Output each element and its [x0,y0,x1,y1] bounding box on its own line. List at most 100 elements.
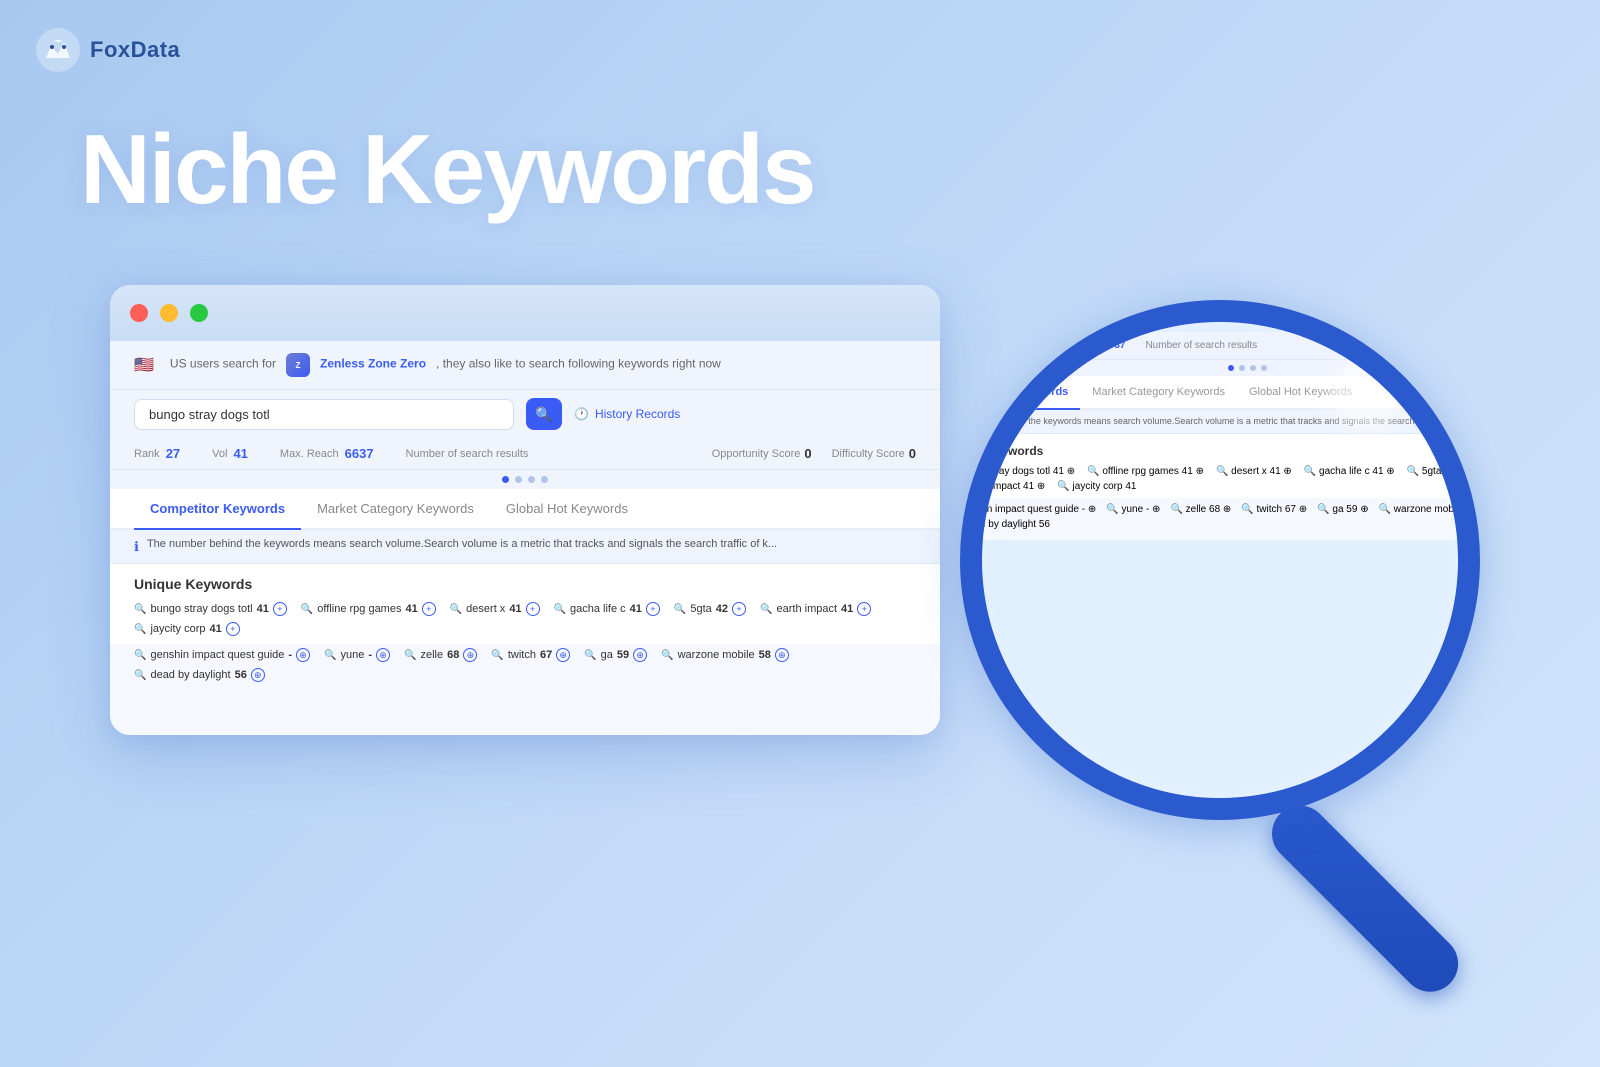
keyword-add-btn[interactable]: + [526,602,540,616]
lens-unique: Unique Keywords 🔍 bungo stray dogs totl … [982,434,1458,498]
results-label: Number of search results [406,448,529,460]
vol-label: Vol [212,448,227,460]
search-description-row: 🇺🇸 US users search for Z Zenless Zone Ze… [110,341,940,390]
browser-window: 🇺🇸 US users search for Z Zenless Zone Ze… [110,285,940,735]
keyword-add-btn[interactable]: + [422,602,436,616]
dot-2[interactable] [515,476,522,483]
search-mini-icon: 🔍 [404,650,416,661]
keyword-item: 🔍 yune - ⊕ [324,648,390,662]
flag-us: 🇺🇸 [134,355,154,375]
logo-text: FoxData [90,37,180,63]
search-button[interactable]: 🔍 [526,398,562,430]
keyword-num: - [368,649,372,661]
keyword-item: 🔍 bungo stray dogs totl 41 + [134,602,287,616]
info-notice: ℹ The number behind the keywords means s… [110,530,940,564]
keyword-add-btn[interactable]: ⊕ [251,668,265,682]
difficulty-label: Difficulty Score [832,448,905,460]
keyword-name: gacha life c [570,603,626,615]
history-button[interactable]: 🕐 History Records [574,407,680,421]
keyword-name: jaycity corp [150,623,205,635]
lens-section-title: Unique Keywords [982,444,1458,458]
app-name: Zenless Zone Zero [320,357,426,371]
search-mini-icon: 🔍 [661,650,673,661]
lens-dot1 [1228,365,1234,371]
search-mini-icon: 🔍 [491,650,503,661]
keyword-num: 41 [209,623,221,635]
keyword-add-btn[interactable]: + [857,602,871,616]
traffic-light-green[interactable] [190,304,208,322]
keyword-item: 🔍 twitch 67 ⊕ [491,648,570,662]
magnifier-shine [1328,352,1408,432]
browser-content: 🇺🇸 US users search for Z Zenless Zone Ze… [110,341,940,735]
keyword-add-btn[interactable]: ⊕ [296,648,310,662]
keyword-num: 56 [235,669,247,681]
search-mini-icon: 🔍 [584,650,596,661]
opportunity-value: 0 [804,446,811,461]
keywords-grid-row2: 🔍 genshin impact quest guide - ⊕ 🔍 yune -… [110,644,940,690]
keyword-add-btn[interactable]: + [732,602,746,616]
keyword-add-btn[interactable]: ⊕ [463,648,477,662]
search-input[interactable]: bungo stray dogs totl [134,399,514,430]
history-label: History Records [595,407,680,421]
foxdata-logo-icon [36,28,80,72]
keyword-item: 🔍 desert x 41 + [450,602,540,616]
keyword-num: 41 [257,603,269,615]
search-mini-icon: 🔍 [301,604,313,615]
keywords-grid-row1: 🔍 bungo stray dogs totl 41 +🔍 offline rp… [134,602,916,636]
keyword-add-btn[interactable]: ⊕ [775,648,789,662]
keyword-add-btn[interactable]: + [646,602,660,616]
keyword-num: 41 [405,603,417,615]
keyword-add-btn[interactable]: + [273,602,287,616]
keyword-num: 41 [841,603,853,615]
search-mini-icon: 🔍 [134,670,146,681]
unique-keywords-title: Unique Keywords [134,576,916,592]
keyword-name: ga [601,649,613,661]
lens-dot3 [1250,365,1256,371]
search-mini-icon: 🔍 [134,604,146,615]
rank-label: Rank [134,448,160,460]
keyword-add-btn[interactable]: ⊕ [556,648,570,662]
lens-dot2 [1239,365,1245,371]
traffic-light-yellow[interactable] [160,304,178,322]
max-reach-value: 6637 [345,446,374,461]
difficulty-stat: Difficulty Score 0 [832,446,916,461]
dot-4[interactable] [541,476,548,483]
keyword-name: bungo stray dogs totl [150,603,252,615]
rank-value: 27 [166,446,180,461]
search-mini-icon: 🔍 [450,604,462,615]
keyword-add-btn[interactable]: ⊕ [376,648,390,662]
tabs-row: Competitor Keywords Market Category Keyw… [110,489,940,530]
keyword-name: twitch [508,649,536,661]
keyword-name: yune [341,649,365,661]
keyword-num: 67 [540,649,552,661]
keyword-num: 41 [630,603,642,615]
keyword-item: 🔍 dead by daylight 56 ⊕ [134,668,265,682]
lens-vol: Vol 41 [999,340,1027,351]
magnifier: Rank 27 Vol 41 Max. Reach 6637 Number of… [960,300,1540,880]
lens-maxreach: Max. Reach 6637 [1047,340,1125,351]
pagination-dots [110,470,940,489]
magnifier-lens: Rank 27 Vol 41 Max. Reach 6637 Number of… [960,300,1480,820]
search-mini-icon: 🔍 [760,604,772,615]
keyword-add-btn[interactable]: ⊕ [633,648,647,662]
lens-dot4 [1261,365,1267,371]
dot-3[interactable] [528,476,535,483]
unique-keywords-section: Unique Keywords 🔍 bungo stray dogs totl … [110,564,940,644]
keyword-name: 5gta [690,603,711,615]
desc-post: , they also like to search following key… [436,357,721,371]
keyword-item: 🔍 zelle 68 ⊕ [404,648,477,662]
tab-market-category-keywords[interactable]: Market Category Keywords [301,489,490,530]
lens-tab2: Market Category Keywords [1080,376,1237,408]
dot-1[interactable] [502,476,509,483]
search-mini-icon: 🔍 [134,624,146,635]
keyword-add-btn[interactable]: + [226,622,240,636]
keyword-item: 🔍 jaycity corp 41 + [134,622,240,636]
tab-global-hot-keywords[interactable]: Global Hot Keywords [490,489,644,530]
keyword-item: 🔍 genshin impact quest guide - ⊕ [134,648,310,662]
opportunity-stat: Opportunity Score 0 [712,446,812,461]
max-reach-label: Max. Reach [280,448,339,460]
traffic-light-red[interactable] [130,304,148,322]
keyword-num: 42 [716,603,728,615]
tab-competitor-keywords[interactable]: Competitor Keywords [134,489,301,530]
opportunity-label: Opportunity Score [712,448,801,460]
